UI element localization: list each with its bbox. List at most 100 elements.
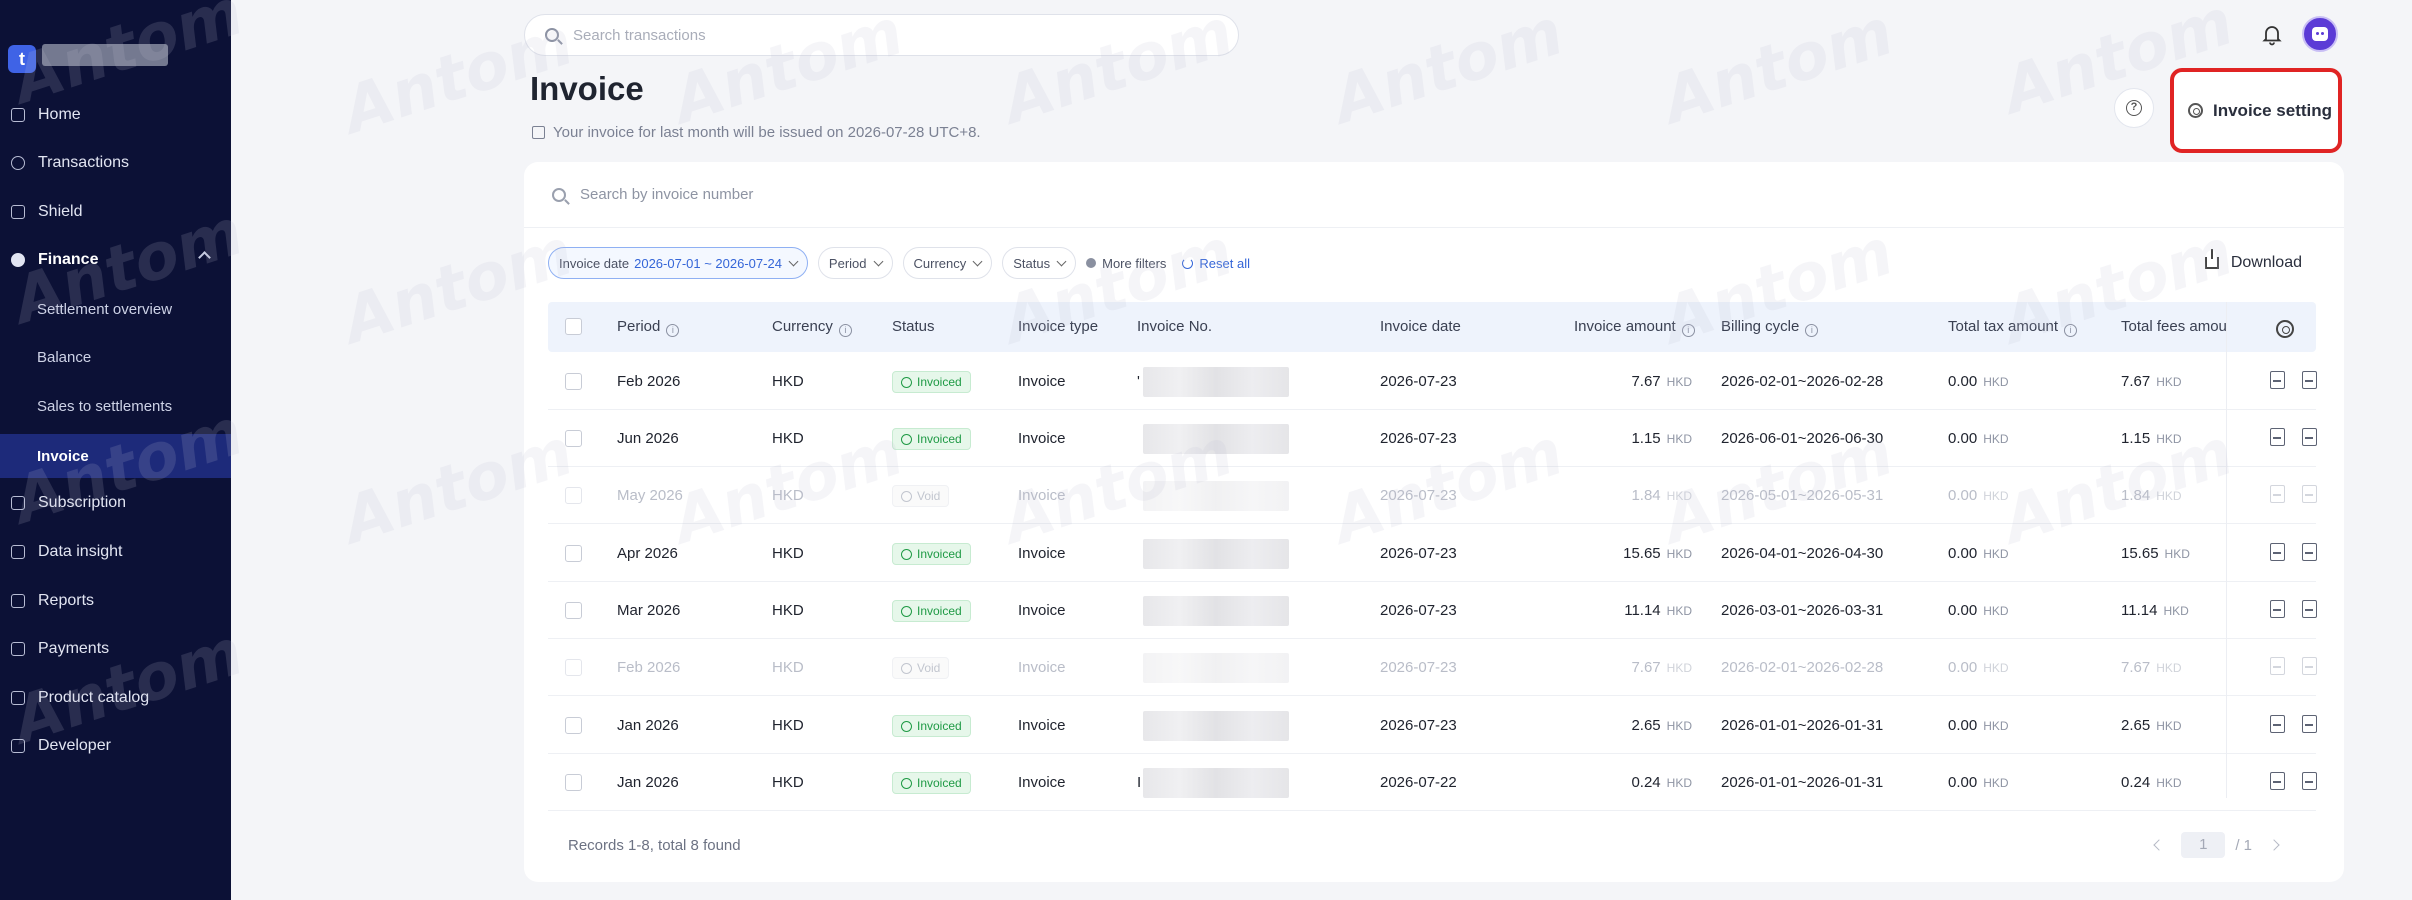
info-icon[interactable]: i	[838, 324, 852, 337]
cell-invoice-amount: 0.24 HKD	[1631, 774, 1692, 791]
sidebar-item-subscription[interactable]: Subscription	[0, 482, 231, 524]
reset-all-button[interactable]: Reset all	[1182, 256, 1250, 271]
sidebar-item-home[interactable]: Home	[0, 94, 231, 136]
currency-filter[interactable]: Currency	[902, 247, 993, 279]
row-checkbox[interactable]	[565, 774, 582, 791]
grid-icon	[11, 691, 25, 705]
column-header-total-tax-amount[interactable]: Total tax amount i	[1948, 302, 2078, 352]
download-invoice-icon[interactable]	[2302, 428, 2317, 446]
table-row[interactable]: Feb 2026 HKD Invoiced Invoice ' 2026-07-23 7.6…	[548, 353, 2317, 410]
download-button[interactable]: Download	[2204, 249, 2302, 272]
invoice-number-redacted[interactable]	[1143, 768, 1289, 798]
column-header-invoice-type[interactable]: Invoice type	[1018, 302, 1098, 352]
bell-icon[interactable]	[2260, 22, 2284, 46]
column-header-invoice-amount[interactable]: Invoice amount i	[1574, 302, 1695, 352]
sidebar-item-label: Reports	[38, 592, 95, 609]
view-invoice-icon[interactable]	[2270, 772, 2285, 790]
column-header-status[interactable]: Status	[892, 302, 935, 352]
sidebar-item-balance[interactable]: Balance	[0, 336, 231, 378]
row-checkbox[interactable]	[565, 659, 582, 676]
view-invoice-icon[interactable]	[2270, 428, 2285, 446]
cell-invoice-type: Invoice	[1018, 373, 1066, 390]
invoice-number-search-input[interactable]	[580, 186, 1180, 203]
status-filter[interactable]: Status	[1002, 247, 1077, 279]
table-row[interactable]: Mar 2026 HKD Invoiced Invoice 2026-07-23 11.1…	[548, 582, 2317, 639]
invoice-setting-label: Invoice setting	[2213, 100, 2333, 120]
download-invoice-icon[interactable]	[2302, 657, 2317, 675]
info-icon[interactable]: i	[666, 324, 680, 337]
view-invoice-icon[interactable]	[2270, 485, 2285, 503]
table-row[interactable]: Jan 2026 HKD Invoiced Invoice 2026-07-23 2.65…	[548, 697, 2317, 754]
download-invoice-icon[interactable]	[2302, 772, 2317, 790]
watermark-text: Antom	[1654, 0, 1902, 139]
next-page-icon[interactable]	[2268, 839, 2280, 851]
download-invoice-icon[interactable]	[2302, 543, 2317, 561]
row-checkbox[interactable]	[565, 545, 582, 562]
column-header-total-fees-amount[interactable]: Total fees amou	[2121, 302, 2243, 352]
column-header-invoice-no[interactable]: Invoice No.	[1137, 302, 1212, 352]
row-checkbox[interactable]	[565, 602, 582, 619]
info-icon[interactable]: i	[1805, 324, 1819, 337]
row-checkbox[interactable]	[565, 373, 582, 390]
sidebar-item-shield[interactable]: Shield	[0, 191, 231, 233]
invoice-number-redacted[interactable]	[1143, 367, 1289, 397]
check-circle-icon	[901, 605, 912, 617]
invoice-number-redacted[interactable]	[1143, 539, 1289, 569]
info-icon[interactable]: i	[1681, 324, 1695, 337]
subscription-icon	[11, 496, 25, 510]
sidebar-item-invoice[interactable]: Invoice	[0, 434, 231, 478]
invoice-setting-button[interactable]: Invoice setting	[2170, 68, 2342, 153]
sidebar-item-product-catalog[interactable]: Product catalog	[0, 677, 231, 719]
row-checkbox[interactable]	[565, 487, 582, 504]
sidebar-item-data-insight[interactable]: Data insight	[0, 531, 231, 573]
download-invoice-icon[interactable]	[2302, 371, 2317, 389]
prev-page-icon[interactable]	[2153, 839, 2165, 851]
column-header-period[interactable]: Period i	[617, 302, 680, 352]
view-invoice-icon[interactable]	[2270, 371, 2285, 389]
page-number-input[interactable]: 1	[2181, 832, 2226, 858]
view-invoice-icon[interactable]	[2270, 600, 2285, 618]
view-invoice-icon[interactable]	[2270, 715, 2285, 733]
period-filter[interactable]: Period	[817, 247, 893, 279]
invoice-number-redacted[interactable]	[1143, 424, 1289, 454]
sidebar-item-settlement-overview[interactable]: Settlement overview	[0, 288, 231, 330]
column-header-currency[interactable]: Currency i	[772, 302, 852, 352]
sidebar-item-payments[interactable]: Payments	[0, 628, 231, 670]
download-invoice-icon[interactable]	[2302, 600, 2317, 618]
invoice-date-filter[interactable]: Invoice date 2026-07-01 ~ 2026-07-24	[548, 247, 808, 279]
table-row[interactable]: Feb 2026 HKD Void Invoice 2026-07-23 7.67 HKD 2…	[548, 639, 2317, 696]
download-invoice-icon[interactable]	[2302, 715, 2317, 733]
table-row[interactable]: Apr 2026 HKD Invoiced Invoice 2026-07-23 15.6…	[548, 525, 2317, 582]
table-row[interactable]: May 2026 HKD Void Invoice 2026-07-23 1.84 HKD 2…	[548, 467, 2317, 524]
select-all-checkbox[interactable]	[565, 318, 582, 335]
more-filters-button[interactable]: More filters	[1086, 256, 1166, 271]
invoice-number-redacted[interactable]	[1143, 653, 1289, 683]
transaction-search-input[interactable]	[573, 26, 1173, 44]
table-row[interactable]: Jan 2026 HKD Invoiced Invoice I 2026-07-22 0.2…	[548, 754, 2317, 811]
avatar[interactable]	[2302, 16, 2338, 52]
download-invoice-icon[interactable]	[2302, 485, 2317, 503]
column-header-billing-cycle[interactable]: Billing cycle i	[1721, 302, 1819, 352]
table-settings-gear-icon[interactable]	[2276, 320, 2294, 338]
invoice-search-bar[interactable]	[524, 162, 2344, 228]
invoice-number-redacted[interactable]	[1143, 596, 1289, 626]
table-row[interactable]: Jun 2026 HKD Invoiced Invoice 2026-07-23 1.15…	[548, 410, 2317, 467]
sidebar-item-sales-to-settlements[interactable]: Sales to settlements	[0, 385, 231, 427]
sidebar-item-developer[interactable]: Developer	[0, 725, 231, 767]
invoice-number-redacted[interactable]	[1143, 711, 1289, 741]
row-checkbox[interactable]	[565, 430, 582, 447]
cell-invoice-type: Invoice	[1018, 545, 1066, 562]
view-invoice-icon[interactable]	[2270, 657, 2285, 675]
row-checkbox[interactable]	[565, 717, 582, 734]
help-button[interactable]: ?	[2114, 88, 2154, 128]
global-search-bar[interactable]	[524, 14, 1239, 56]
invoice-number-redacted[interactable]	[1143, 481, 1289, 511]
sidebar-item-finance[interactable]: Finance	[0, 239, 231, 281]
logo[interactable]: t	[8, 45, 36, 73]
sidebar-item-transactions[interactable]: Transactions	[0, 142, 231, 184]
view-invoice-icon[interactable]	[2270, 543, 2285, 561]
column-header-invoice-date[interactable]: Invoice date	[1380, 302, 1461, 352]
cell-invoice-type: Invoice	[1018, 430, 1066, 447]
sidebar-item-reports[interactable]: Reports	[0, 580, 231, 622]
info-icon[interactable]: i	[2064, 324, 2078, 337]
